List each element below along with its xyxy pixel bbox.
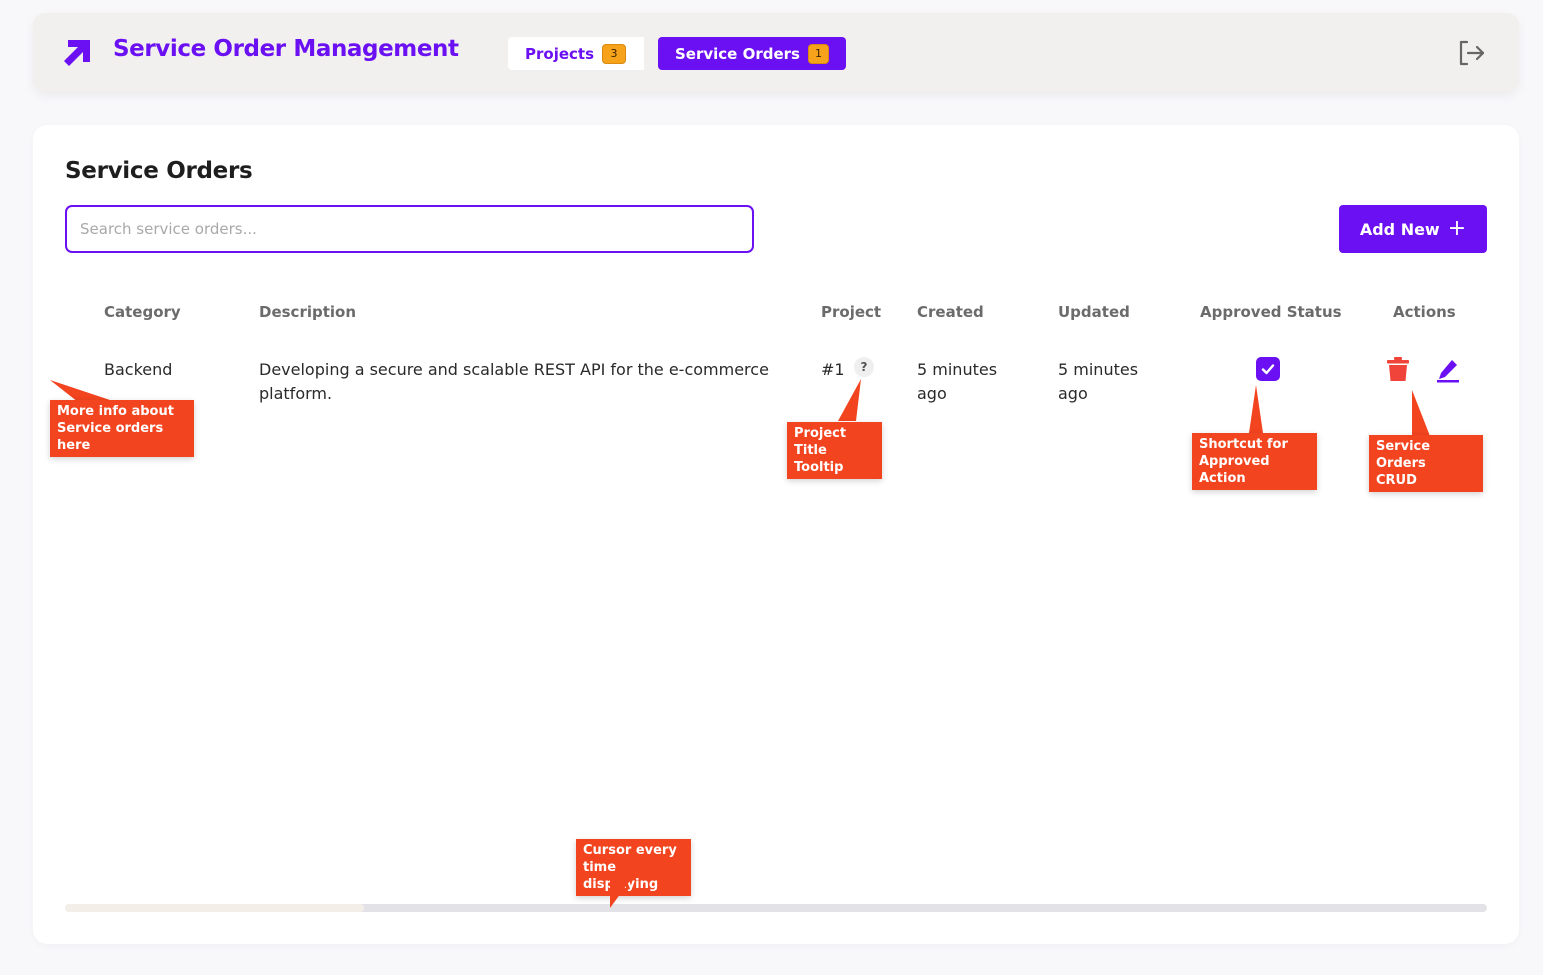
cell-updated: 5 minutes ago [1058,360,1139,403]
tab-service-orders-label: Service Orders [675,44,800,63]
callout-pointer [1249,385,1263,433]
nav-tabs: Projects 3 Service Orders 1 [508,37,846,70]
check-icon [1261,364,1275,375]
column-header-description[interactable]: Description [259,303,356,321]
trash-icon[interactable] [1386,356,1410,382]
tab-service-orders[interactable]: Service Orders 1 [658,37,846,70]
callout-pointer [838,379,861,421]
plus-icon: + [1447,216,1467,241]
scrollbar-thumb[interactable] [65,904,364,912]
add-new-button-label: Add New [1359,219,1440,239]
search-input[interactable] [65,205,754,253]
horizontal-scrollbar[interactable] [65,904,1487,912]
tab-projects[interactable]: Projects 3 [508,37,644,70]
column-header-project[interactable]: Project [821,303,881,321]
column-header-created[interactable]: Created [917,303,984,321]
arrow-up-right-icon [64,40,90,66]
column-header-updated[interactable]: Updated [1058,303,1130,321]
annotation-shortcut-approved: Shortcut for Approved Action [1192,433,1317,490]
annotation-project-tooltip: Project Title Tooltip [787,422,882,479]
app-title: Service Order Management [113,36,459,62]
callout-pointer [1412,390,1430,436]
column-header-actions: Actions [1393,303,1456,321]
callout-pointer [610,878,632,908]
tab-projects-label: Projects [525,44,595,63]
approved-checkbox[interactable] [1256,357,1280,381]
cell-description: Developing a secure and scalable REST AP… [259,360,769,403]
logout-icon[interactable] [1456,38,1486,68]
column-header-category[interactable]: Category [104,303,181,321]
page-title: Service Orders [65,158,253,184]
cell-created: 5 minutes ago [917,360,998,403]
annotation-crud: Service Orders CRUD [1369,435,1483,492]
add-new-button[interactable]: Add New + [1339,205,1487,253]
project-help-icon[interactable]: ? [854,357,874,377]
column-header-approved-status[interactable]: Approved Status [1200,303,1342,321]
tab-service-orders-count-badge: 1 [807,43,829,64]
pencil-icon[interactable] [1435,357,1461,383]
tab-projects-count-badge: 3 [602,43,627,64]
annotation-more-info: More info about Service orders here [50,400,194,457]
